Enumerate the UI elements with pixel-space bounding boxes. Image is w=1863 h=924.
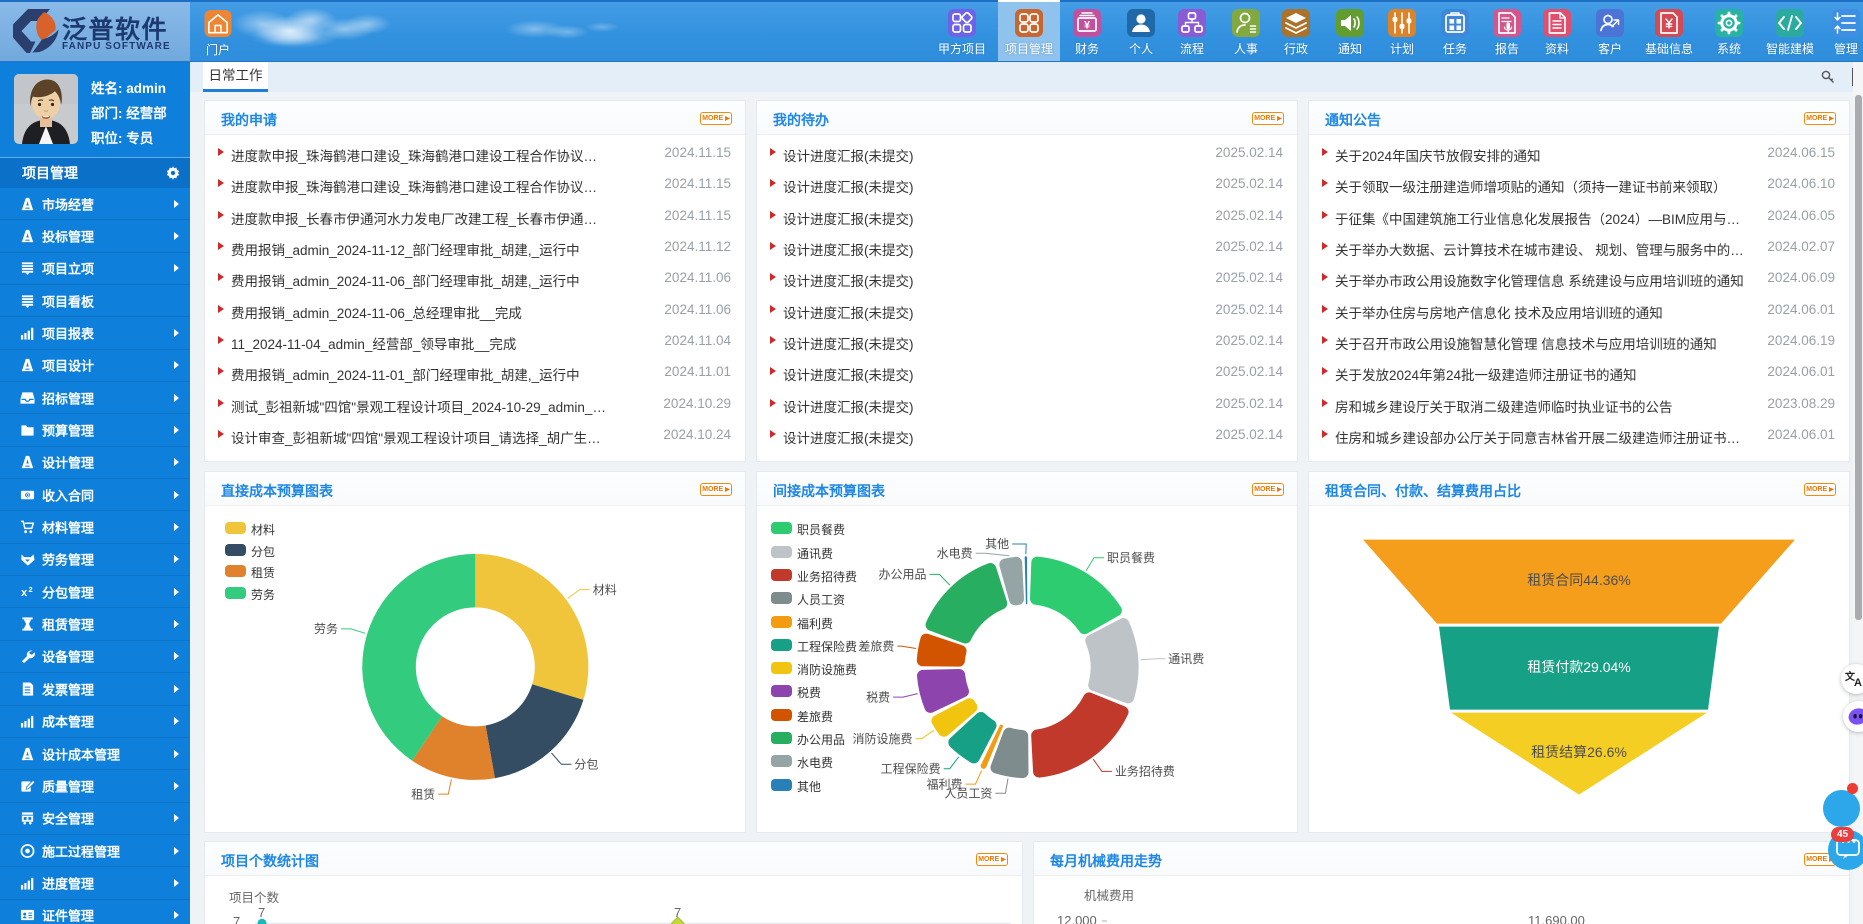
svg-text:7: 7 (258, 905, 265, 920)
svg-text:7: 7 (233, 914, 240, 924)
svg-text:租赁: 租赁 (411, 787, 435, 801)
svg-text:项目个数: 项目个数 (229, 890, 280, 905)
svg-text:职员餐费: 职员餐费 (1107, 550, 1155, 565)
svg-text:11,690.00: 11,690.00 (1528, 913, 1585, 924)
svg-text:福利费: 福利费 (926, 776, 962, 791)
svg-text:分包: 分包 (574, 758, 598, 772)
svg-text:租赁付款29.04%: 租赁付款29.04% (1527, 659, 1630, 675)
svg-text:劳务: 劳务 (314, 621, 338, 636)
svg-text:税费: 税费 (866, 690, 890, 704)
svg-text:办公用品: 办公用品 (878, 567, 926, 582)
svg-text:12,000: 12,000 (1057, 913, 1097, 924)
svg-text:租赁结算26.6%: 租赁结算26.6% (1531, 744, 1627, 760)
svg-text:材料: 材料 (593, 583, 617, 597)
svg-text:业务招待费: 业务招待费 (1115, 764, 1175, 779)
svg-text:水电费: 水电费 (937, 547, 973, 561)
svg-text:0: 0 (26, 493, 29, 499)
svg-text:差旅费: 差旅费 (858, 639, 894, 653)
svg-text:消防设施费: 消防设施费 (852, 731, 912, 746)
svg-text:租赁合同44.36%: 租赁合同44.36% (1527, 572, 1630, 588)
svg-text:机械费用: 机械费用 (1084, 888, 1134, 903)
svg-text:x: x (21, 587, 28, 599)
svg-text:2: 2 (28, 585, 32, 594)
svg-text:¥: ¥ (1084, 20, 1091, 32)
svg-text:工程保险费: 工程保险费 (881, 761, 941, 776)
svg-text:通讯费: 通讯费 (1168, 652, 1204, 666)
svg-text:其他: 其他 (985, 537, 1009, 551)
svg-text:A: A (1854, 677, 1862, 688)
